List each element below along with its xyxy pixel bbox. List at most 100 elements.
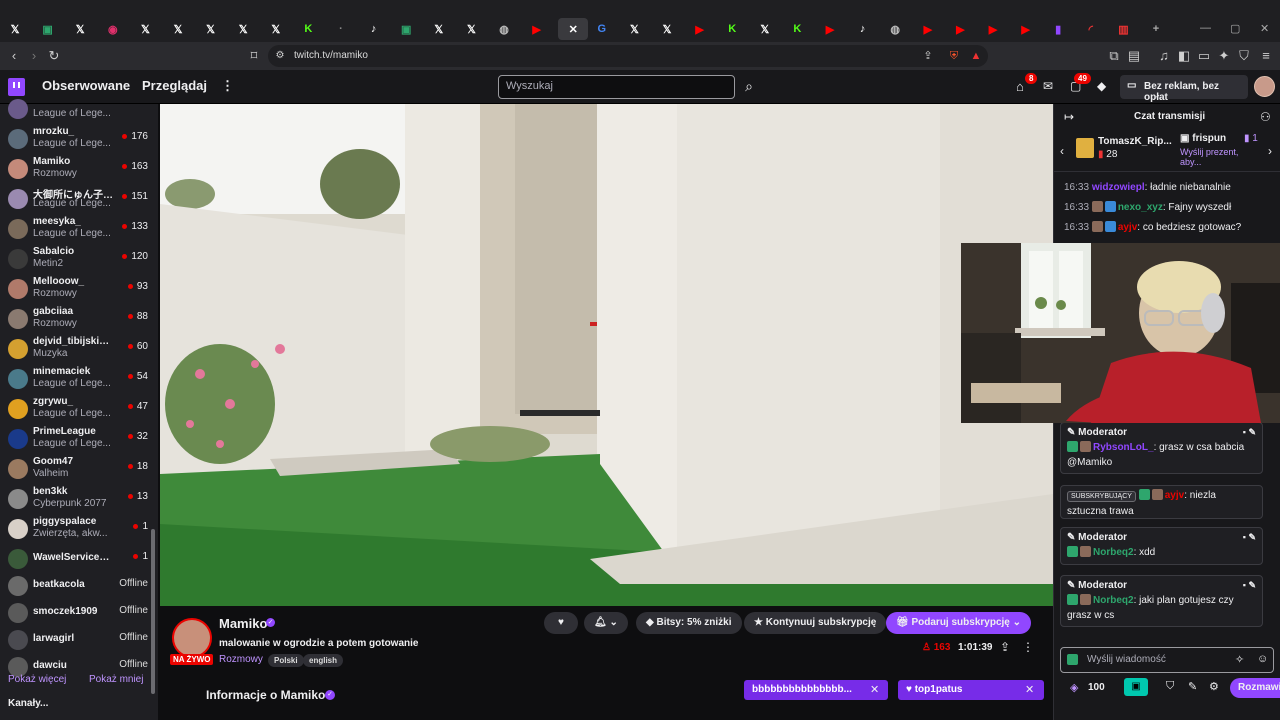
browser-tab-x-icon[interactable]: 𝕏: [265, 18, 287, 40]
url-field[interactable]: ⚙ twitch.tv/mamiko ⇪ ⛨ ▲: [268, 45, 988, 67]
browser-tab-google-icon[interactable]: G: [591, 18, 613, 40]
maximize-icon[interactable]: ▢: [1230, 22, 1240, 35]
bookmark-icon[interactable]: ⌑: [246, 48, 262, 64]
sidebar-channel[interactable]: larwagirl Offline: [0, 625, 150, 655]
chat-user[interactable]: ayjv: [1118, 222, 1137, 233]
browser-tab-chart-icon[interactable]: ▥: [1112, 18, 1134, 40]
chat-user[interactable]: nexo_xyz: [1118, 202, 1163, 213]
leaderboard-prev-icon[interactable]: ‹: [1060, 144, 1064, 158]
sidebar-channel[interactable]: League of Lege...: [0, 94, 150, 124]
browser-tab-x-icon[interactable]: 𝕏: [167, 18, 189, 40]
sidebar-channel[interactable]: minemaciek League of Lege... 54: [0, 364, 150, 394]
browser-tab-twitch-icon[interactable]: ▮: [1047, 18, 1069, 40]
chat-user[interactable]: widzowiepl: [1092, 182, 1145, 193]
browser-tab-kick-icon[interactable]: K: [721, 18, 743, 40]
browser-tab-ext-icon[interactable]: ▣: [395, 18, 417, 40]
gift-sub-button[interactable]: 🎁︎ Podaruj subskrypcję ⌄: [886, 612, 1032, 634]
rewards-icon[interactable]: ▲: [968, 48, 984, 64]
mod-shield-icon[interactable]: ⛉: [1166, 680, 1174, 693]
sidebar-icon[interactable]: ◧: [1176, 48, 1192, 64]
sidebar-channel[interactable]: PrimeLeague League of Lege... 32: [0, 424, 150, 454]
chat-settings-icon[interactable]: ⚙: [1209, 680, 1219, 693]
whispers-icon[interactable]: ✉: [1043, 79, 1053, 93]
sidebar-scrollbar[interactable]: [151, 529, 155, 694]
sidebar-channel[interactable]: Mellooow_ Rozmowy 93: [0, 274, 150, 304]
browser-tab-kick-icon[interactable]: K: [297, 18, 319, 40]
browser-tab-plus-icon[interactable]: +: [1145, 18, 1167, 40]
minimize-icon[interactable]: —: [1200, 22, 1211, 34]
wallet-icon[interactable]: ▭: [1196, 48, 1212, 64]
close-bar-1-icon[interactable]: ✕: [870, 683, 879, 696]
browser-tab-x-icon[interactable]: 𝕏: [656, 18, 678, 40]
channel-points-icon[interactable]: ◈: [1070, 681, 1078, 694]
browser-tab-youtube-icon[interactable]: ▶: [819, 18, 841, 40]
tag-polski[interactable]: Polski: [268, 654, 304, 667]
follow-heart-icon[interactable]: ♥: [544, 612, 578, 634]
sidebar-channel[interactable]: gabciiaa Rozmowy 88: [0, 304, 150, 334]
notification-bell-icon[interactable]: 🔔︎ ⌄: [584, 612, 628, 634]
mod-tools-icon[interactable]: ✎: [1188, 680, 1197, 693]
mod-actions-icon[interactable]: ▪ ✎: [1243, 530, 1256, 545]
streamer-avatar[interactable]: [172, 618, 212, 658]
browser-tab-youtube-icon[interactable]: ▶: [982, 18, 1004, 40]
collapse-chat-icon[interactable]: ↦: [1064, 110, 1074, 124]
browser-tab-youtube-icon[interactable]: ▶: [949, 18, 971, 40]
more-menu-icon[interactable]: ⋮: [221, 78, 234, 94]
browser-tab-youtube-icon[interactable]: ▶: [526, 18, 548, 40]
more-options-icon[interactable]: ⋮: [1022, 640, 1034, 654]
chat-user[interactable]: ayjv: [1165, 490, 1184, 501]
reload-icon[interactable]: ↻: [46, 48, 62, 64]
chat-send-button[interactable]: Rozmawiaj: [1230, 678, 1280, 698]
close-bar-2-icon[interactable]: ✕: [1025, 683, 1034, 696]
site-info-icon[interactable]: ⚙: [272, 48, 288, 64]
chat-user[interactable]: Norbeq2: [1093, 547, 1134, 558]
forward-icon[interactable]: ›: [26, 48, 42, 64]
browser-tab-loading-icon[interactable]: ·: [330, 18, 352, 40]
browser-tab-globe-icon[interactable]: ◍: [493, 18, 515, 40]
browser-tab-youtube-icon[interactable]: ▶: [917, 18, 939, 40]
chat-user[interactable]: RybsonLoL_: [1093, 442, 1154, 453]
leaderboard-next-icon[interactable]: ›: [1268, 144, 1272, 158]
browser-tab-x-icon[interactable]: 𝕏: [460, 18, 482, 40]
menu-icon[interactable]: ≡: [1258, 48, 1274, 64]
browser-tab-x-icon[interactable]: 𝕏: [623, 18, 645, 40]
sidebar-channel[interactable]: meesyka_ League of Lege... 133: [0, 214, 150, 244]
extensions-icon[interactable]: ⧉: [1106, 48, 1122, 64]
browser-tab-x-icon[interactable]: 𝕏: [134, 18, 156, 40]
search-icon[interactable]: ⌕: [738, 75, 760, 99]
sidebar-channel[interactable]: Mamiko Rozmowy 163: [0, 154, 150, 184]
emoji-icon[interactable]: ☺: [1257, 653, 1268, 665]
sidebar-channel[interactable]: ben3kk Cyberpunk 2077 13: [0, 484, 150, 514]
browser-tab-kick-icon[interactable]: K: [786, 18, 808, 40]
browser-tab-x-icon[interactable]: 𝕏: [428, 18, 450, 40]
nav-browse[interactable]: Przeglądaj: [142, 78, 207, 93]
video-player[interactable]: [160, 104, 1053, 606]
gift-cta[interactable]: Wyślij prezent, aby...: [1180, 147, 1262, 167]
browser-tab-x-icon[interactable]: 𝕏: [754, 18, 776, 40]
sidebar-channel[interactable]: dejvid_tibijski_... Muzyka 60: [0, 334, 150, 364]
mod-actions-icon[interactable]: ▪ ✎: [1243, 578, 1256, 593]
emote-picker-icon[interactable]: ✧: [1235, 653, 1244, 666]
browser-tab-youtube-icon[interactable]: ▶: [1015, 18, 1037, 40]
streamer-name[interactable]: Mamiko: [219, 616, 267, 631]
user-avatar[interactable]: [1254, 76, 1275, 97]
vpn-icon[interactable]: ⛉: [1236, 48, 1252, 64]
sidebar-channel[interactable]: 大御所にゅん子 (... League of Lege... 151: [0, 184, 150, 214]
nav-following[interactable]: Obserwowane: [42, 78, 130, 93]
gift-user2[interactable]: ▣ frispun: [1180, 133, 1226, 144]
browser-tab-x-icon[interactable]: 𝕏: [4, 18, 26, 40]
sidebar-channel[interactable]: piggyspalace Zwierzęta, akw... 1: [0, 514, 150, 544]
browser-tab-x-icon[interactable]: 𝕏: [69, 18, 91, 40]
stream-category[interactable]: Rozmowy: [219, 654, 263, 665]
sidebar-channel[interactable]: Sabalcio Metin2 120: [0, 244, 150, 274]
search-input[interactable]: Wyszukaj: [498, 75, 735, 99]
browser-tab-tiktok-icon[interactable]: ♪: [363, 18, 385, 40]
sidebar-channel[interactable]: Goom47 Valheim 18: [0, 454, 150, 484]
bits-discount-button[interactable]: ◆ Bitsy: 5% zniżki: [636, 612, 742, 634]
show-more-link[interactable]: Pokaż więcej: [8, 674, 66, 685]
reader-icon[interactable]: ▤: [1126, 48, 1142, 64]
bits-icon[interactable]: ◆: [1097, 79, 1106, 93]
community-icon[interactable]: ⚇: [1260, 110, 1271, 124]
browser-tab-ext-icon[interactable]: ▣: [37, 18, 59, 40]
sidebar-channel[interactable]: mrozku_ League of Lege... 176: [0, 124, 150, 154]
